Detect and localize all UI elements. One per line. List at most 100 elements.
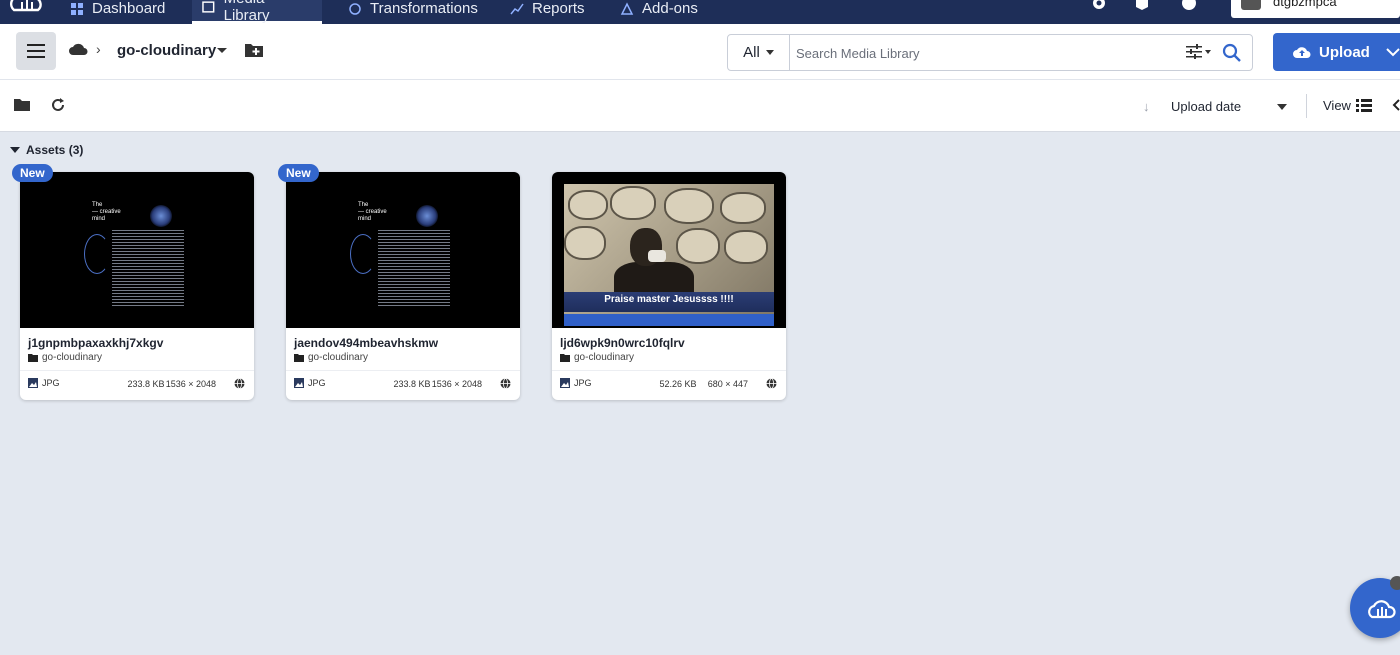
public-globe-icon bbox=[500, 378, 511, 389]
nav-label: Add-ons bbox=[642, 0, 698, 17]
add-ons-icon bbox=[620, 1, 634, 15]
asset-folder-name: go-cloudinary bbox=[42, 352, 103, 363]
brain-emblem-image bbox=[150, 205, 172, 227]
nav-label: Reports bbox=[532, 0, 585, 17]
search-input[interactable] bbox=[796, 43, 1176, 63]
decorative-arc bbox=[84, 234, 110, 274]
assets-section-title: Assets (3) bbox=[26, 143, 84, 157]
account-avatar bbox=[1241, 0, 1261, 10]
asset-dimensions: 1536 × 2048 bbox=[165, 379, 216, 389]
image-type-icon bbox=[294, 378, 304, 388]
image-type-icon bbox=[28, 378, 38, 388]
asset-dimensions: 680 × 447 bbox=[707, 379, 748, 389]
list-view-icon[interactable] bbox=[1356, 99, 1372, 112]
search-type-label: All bbox=[743, 44, 760, 61]
stone-wall-image bbox=[676, 228, 720, 264]
account-switcher[interactable]: dtgbzmpca bbox=[1231, 0, 1400, 18]
toolbar-divider bbox=[1306, 94, 1307, 118]
library-toolbar: ↓ Upload date View bbox=[0, 80, 1400, 132]
asset-type: JPG bbox=[560, 378, 592, 388]
new-badge: New bbox=[278, 164, 319, 182]
search-type-dropdown[interactable]: All bbox=[728, 35, 790, 70]
collapse-caret-icon bbox=[10, 147, 20, 153]
sort-dropdown-caret-icon[interactable] bbox=[1277, 104, 1287, 110]
asset-folder[interactable]: go-cloudinary bbox=[28, 352, 102, 363]
upload-options-dropdown[interactable] bbox=[1373, 33, 1400, 71]
reports-icon bbox=[510, 3, 524, 14]
asset-type-label: JPG bbox=[308, 378, 326, 388]
view-mode-label[interactable]: View bbox=[1323, 98, 1351, 113]
asset-name[interactable]: jaendov494mbeavhskmw bbox=[294, 336, 438, 350]
folder-icon bbox=[294, 353, 304, 362]
sort-direction-arrow-icon[interactable]: ↓ bbox=[1143, 99, 1150, 114]
asset-thumbnail[interactable]: The — creative mind bbox=[20, 172, 254, 328]
asset-card[interactable]: New The — creative mind jaendov494mbeavh… bbox=[278, 164, 520, 400]
nav-add-ons[interactable]: Add-ons bbox=[610, 0, 708, 24]
card-divider bbox=[286, 370, 520, 371]
nav-reports[interactable]: Reports bbox=[500, 0, 595, 24]
cloud-root-icon[interactable] bbox=[68, 42, 88, 56]
chevron-left-icon[interactable] bbox=[1392, 99, 1400, 111]
thumbnail-title-text: The — creative mind bbox=[358, 202, 387, 222]
filter-settings-icon[interactable] bbox=[1186, 44, 1212, 60]
asset-metadata: JPG 52.26 KB 680 × 447 bbox=[552, 378, 786, 392]
asset-name[interactable]: j1gnpmbpaxaxkhj7xkgv bbox=[28, 336, 163, 350]
folder-icon bbox=[560, 353, 570, 362]
folder-dropdown-caret-icon[interactable] bbox=[217, 48, 227, 53]
cloudinary-support-icon bbox=[1368, 600, 1396, 619]
stone-wall-image bbox=[664, 188, 714, 224]
search-icon[interactable] bbox=[1222, 43, 1242, 63]
stone-wall-image bbox=[724, 230, 768, 264]
asset-thumbnail[interactable]: Praise master Jesussss !!!! bbox=[552, 172, 786, 328]
nav-label: Transformations bbox=[370, 0, 478, 17]
sort-by-label[interactable]: Upload date bbox=[1171, 99, 1241, 114]
chevron-down-icon bbox=[765, 50, 774, 55]
settings-gear-icon[interactable] bbox=[1090, 0, 1108, 12]
folder-icon bbox=[28, 353, 38, 362]
thumbnail-caption: Praise master Jesussss !!!! bbox=[604, 294, 734, 305]
nav-media-library[interactable]: Media Library bbox=[192, 0, 322, 24]
card-divider bbox=[20, 370, 254, 371]
decorative-arc bbox=[350, 234, 376, 274]
stone-wall-image bbox=[610, 186, 656, 220]
search-bar: All bbox=[727, 34, 1253, 71]
new-folder-icon[interactable] bbox=[244, 42, 264, 58]
hamburger-icon bbox=[27, 44, 45, 58]
notifications-icon[interactable] bbox=[1133, 0, 1151, 12]
assets-section-toggle[interactable]: Assets (3) bbox=[10, 143, 83, 157]
asset-thumbnail[interactable]: The — creative mind bbox=[286, 172, 520, 328]
chevron-down-icon bbox=[1386, 48, 1400, 57]
asset-metadata: JPG 233.8 KB 1536 × 2048 bbox=[286, 378, 520, 392]
cloud-upload-icon bbox=[1293, 47, 1311, 58]
cloudinary-logo-icon[interactable] bbox=[6, 0, 46, 14]
asset-card[interactable]: New The — creative mind j1gnpmbpaxaxkhj7… bbox=[12, 164, 254, 400]
nav-transformations[interactable]: Transformations bbox=[338, 0, 488, 24]
upload-button[interactable]: Upload bbox=[1273, 33, 1400, 71]
help-icon[interactable] bbox=[1180, 0, 1198, 12]
asset-type: JPG bbox=[28, 378, 60, 388]
thumbnail-title-text: The — creative mind bbox=[92, 202, 121, 222]
public-globe-icon bbox=[234, 378, 245, 389]
caption-bar bbox=[564, 314, 774, 326]
asset-folder[interactable]: go-cloudinary bbox=[560, 352, 634, 363]
breadcrumb-folder[interactable]: go-cloudinary bbox=[117, 42, 216, 59]
asset-type: JPG bbox=[294, 378, 326, 388]
brain-emblem-image bbox=[416, 205, 438, 227]
refresh-icon[interactable] bbox=[50, 97, 66, 113]
asset-folder-name: go-cloudinary bbox=[574, 352, 635, 363]
asset-metadata: JPG 233.8 KB 1536 × 2048 bbox=[20, 378, 254, 392]
asset-card[interactable]: Praise master Jesussss !!!! ljd6wpk9n0wr… bbox=[552, 172, 786, 400]
asset-name[interactable]: ljd6wpk9n0wrc10fqlrv bbox=[560, 336, 685, 350]
poster-body-text-image bbox=[112, 230, 184, 308]
hamburger-menu-button[interactable] bbox=[16, 32, 56, 70]
notification-dot bbox=[1390, 576, 1400, 590]
image-type-icon bbox=[560, 378, 570, 388]
top-nav: Dashboard Media Library Transformations … bbox=[0, 0, 1400, 24]
asset-dimensions: 1536 × 2048 bbox=[431, 379, 482, 389]
photo-thumbnail-image: Praise master Jesussss !!!! bbox=[564, 184, 774, 326]
account-name: dtgbzmpca bbox=[1273, 0, 1337, 9]
stone-wall-image bbox=[720, 192, 766, 224]
folder-tree-icon[interactable] bbox=[14, 98, 30, 111]
asset-folder[interactable]: go-cloudinary bbox=[294, 352, 368, 363]
nav-dashboard[interactable]: Dashboard bbox=[60, 0, 175, 24]
